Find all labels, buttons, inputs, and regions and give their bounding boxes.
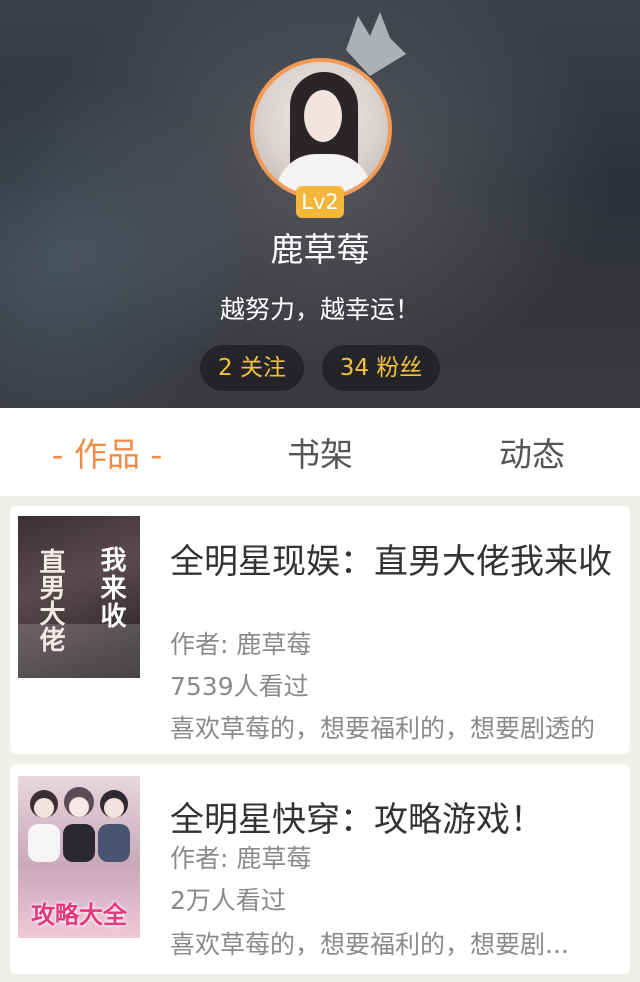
tab-bookshelf[interactable]: 书架 bbox=[250, 408, 390, 496]
book-views: 2万人看过 bbox=[170, 886, 286, 915]
avatar-face bbox=[304, 90, 342, 142]
book-views: 7539人看过 bbox=[170, 672, 309, 701]
book-author: 作者: 鹿草莓 bbox=[170, 630, 312, 659]
cover-title: 攻略大全 bbox=[31, 900, 127, 929]
username: 鹿草莓 bbox=[270, 230, 370, 269]
book-cover[interactable]: 攻略大全 bbox=[18, 776, 140, 938]
following-count-button[interactable]: 2 关注 bbox=[200, 345, 304, 391]
tab-works[interactable]: - 作品 - bbox=[20, 408, 194, 496]
level-badge: Lv2 bbox=[296, 186, 344, 218]
book-title[interactable]: 全明星现娱：直男大佬我来收 bbox=[170, 534, 630, 583]
tab-bar: - 作品 - 书架 动态 bbox=[0, 408, 640, 496]
book-description: 喜欢草莓的，想要福利的，想要剧透的 bbox=[170, 714, 596, 743]
book-card[interactable]: 攻略大全 全明星快穿：攻略游戏！ 作者: 鹿草莓 2万人看过 喜欢草莓的，想要福… bbox=[10, 764, 630, 974]
cover-figures bbox=[28, 787, 130, 862]
profile-header: Lv2 鹿草莓 越努力，越幸运！ 2 关注 34 粉丝 bbox=[0, 0, 640, 408]
avatar[interactable] bbox=[250, 58, 392, 200]
user-motto: 越努力，越幸运！ bbox=[219, 295, 420, 324]
book-card[interactable]: 直男大佬 我来收 全明星现娱：直男大佬我来收 作者: 鹿草莓 7539人看过 喜… bbox=[10, 506, 630, 754]
book-title[interactable]: 全明星快穿：攻略游戏！ bbox=[170, 792, 630, 841]
tab-activity[interactable]: 动态 bbox=[462, 408, 602, 496]
book-description: 喜欢草莓的，想要福利的，想要剧... bbox=[170, 930, 569, 959]
cover-title-main: 直男大佬 bbox=[35, 548, 65, 652]
book-cover[interactable]: 直男大佬 我来收 bbox=[18, 516, 140, 678]
cover-title-side: 我来收 bbox=[96, 546, 126, 630]
book-author: 作者: 鹿草莓 bbox=[170, 844, 312, 873]
fans-count-button[interactable]: 34 粉丝 bbox=[322, 345, 440, 391]
